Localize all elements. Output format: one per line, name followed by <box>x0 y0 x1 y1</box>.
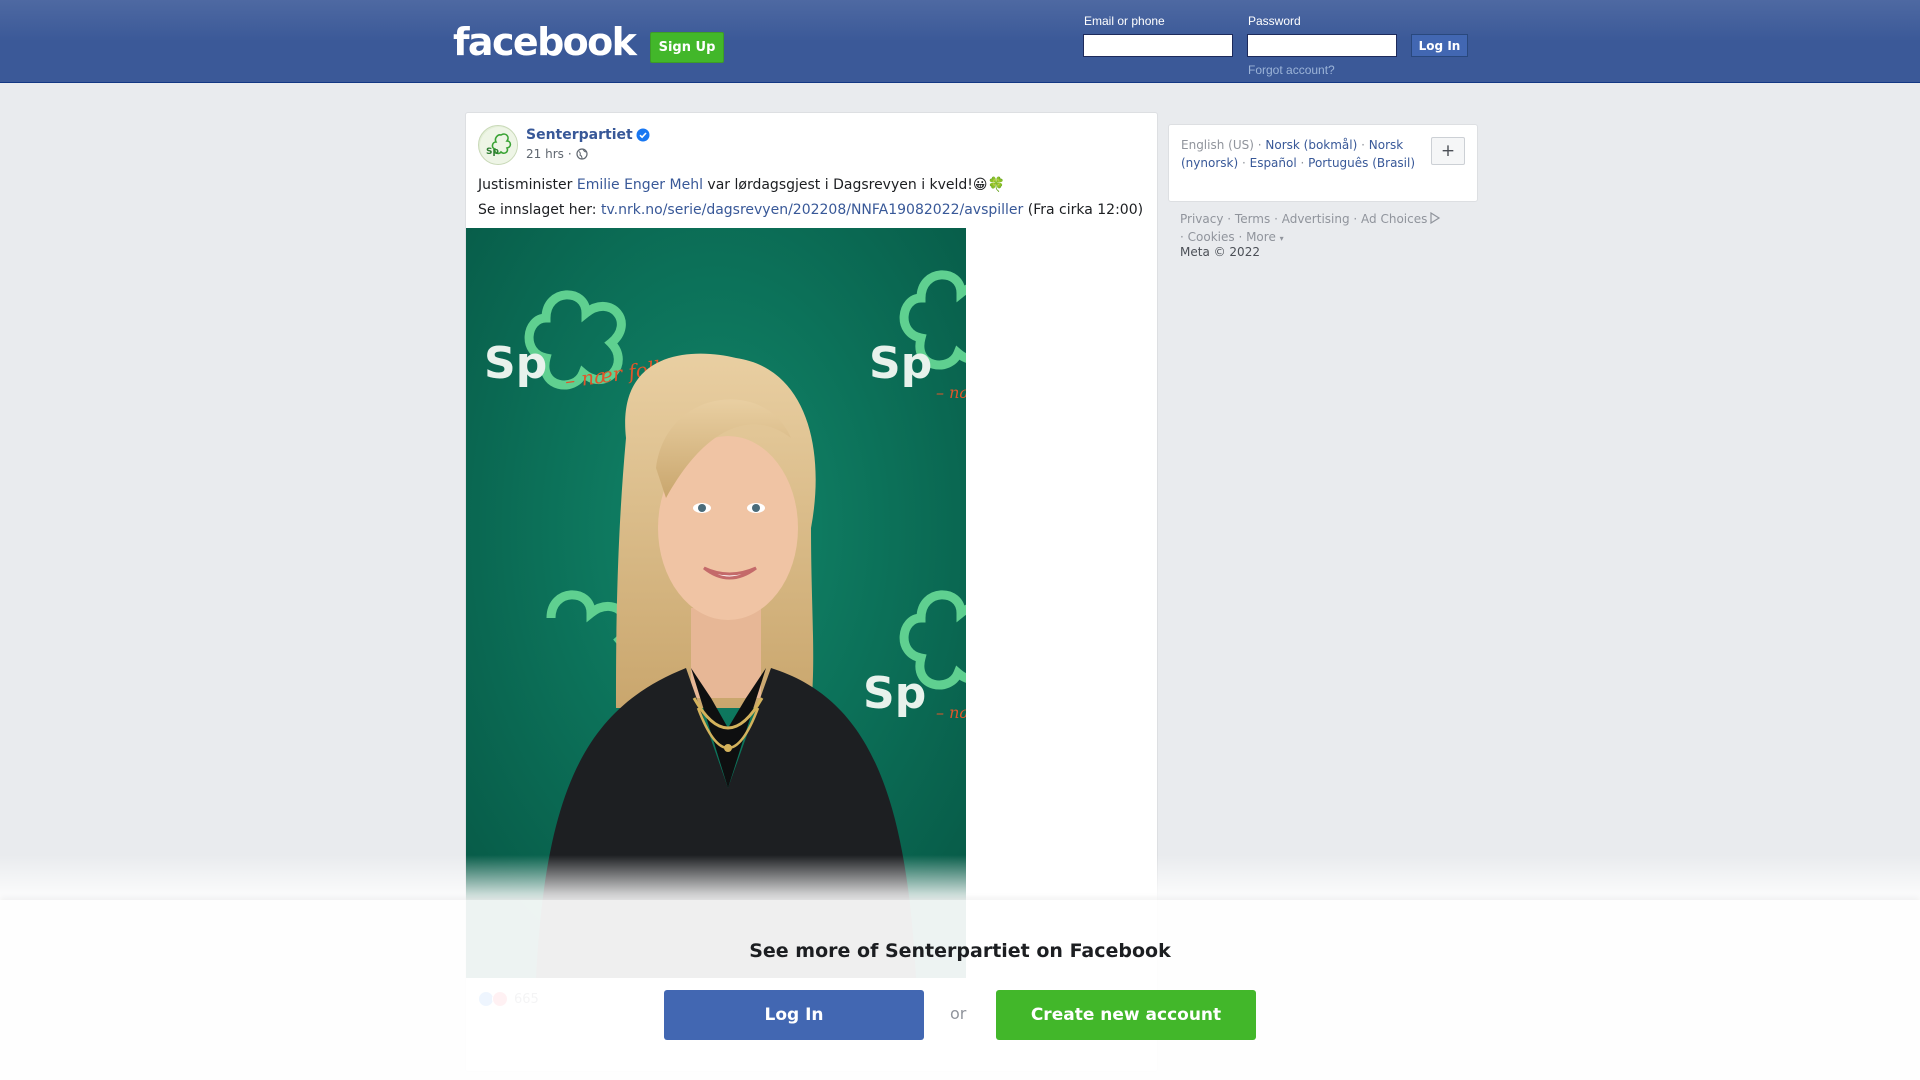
meta-separator: · <box>567 147 572 161</box>
page-avatar[interactable]: Sp <box>478 125 518 165</box>
mention-link[interactable]: Emilie Enger Mehl <box>577 177 703 193</box>
email-input[interactable] <box>1083 34 1233 57</box>
footer-links: Privacy · Terms · Advertising · Ad Choic… <box>1180 210 1480 248</box>
sign-up-button[interactable]: Sign Up <box>650 32 724 63</box>
footer-cookies-link[interactable]: Cookies <box>1188 230 1235 244</box>
photo-slogan-2: – nær <box>936 383 966 402</box>
language-espanol[interactable]: Español <box>1250 156 1297 170</box>
language-box: English (US) · Norsk (bokmål) · Norsk (n… <box>1168 124 1478 202</box>
lang-sep: · <box>1253 138 1266 152</box>
forgot-account-link[interactable]: Forgot account? <box>1248 63 1335 77</box>
post-link-prefix: Se innslaget her: <box>478 202 601 218</box>
post-link-suffix: (Fra cirka 12:00) <box>1023 202 1144 218</box>
footer-advertising-link[interactable]: Advertising <box>1282 212 1350 226</box>
footer-terms-link[interactable]: Terms <box>1235 212 1270 226</box>
ad-choices-icon <box>1430 211 1441 225</box>
language-current: English (US) <box>1181 138 1254 152</box>
nrk-link[interactable]: tv.nrk.no/serie/dagsrevyen/202208/NNFA19… <box>601 202 1023 218</box>
facebook-logo[interactable]: facebook <box>453 20 637 64</box>
post-timestamp[interactable]: 21 hrs <box>526 147 564 161</box>
post-text: Justisminister Emilie Enger Mehl var lør… <box>478 173 1143 223</box>
password-input[interactable] <box>1247 34 1397 57</box>
svg-text:Sp: Sp <box>486 147 499 157</box>
login-banner: See more of Senterpartiet on Facebook Lo… <box>0 900 1920 1080</box>
banner-title: See more of Senterpartiet on Facebook <box>749 940 1171 962</box>
footer-privacy-link[interactable]: Privacy <box>1180 212 1223 226</box>
post-meta: 21 hrs · <box>526 147 588 161</box>
photo-sp-text-2: Sp <box>869 338 932 389</box>
globe-icon <box>576 148 588 160</box>
password-label: Password <box>1248 14 1301 28</box>
language-norsk-bokmal[interactable]: Norsk (bokmål) <box>1265 138 1357 152</box>
banner-fade <box>0 855 1920 900</box>
verified-badge-icon <box>636 128 650 142</box>
top-bar: facebook Sign Up Email or phone Password… <box>0 0 1920 83</box>
lang-sep: · <box>1357 138 1369 152</box>
photo-slogan-3: – nær <box>936 703 966 722</box>
post-text-prefix: Justisminister <box>478 177 577 193</box>
copyright: Meta © 2022 <box>1180 245 1260 259</box>
lang-sep: · <box>1296 155 1309 170</box>
language-list: English (US) · Norsk (bokmål) · Norsk (n… <box>1181 137 1421 172</box>
language-portugues[interactable]: Português (Brasil) <box>1308 156 1415 170</box>
clover-logo-icon: Sp <box>480 127 517 164</box>
photo-sp-text-3: Sp <box>863 668 926 719</box>
footer-ad-choices-link[interactable]: Ad Choices <box>1361 212 1427 226</box>
log-in-button[interactable]: Log In <box>1411 34 1468 57</box>
more-languages-button[interactable]: + <box>1431 137 1465 165</box>
lang-sep: · <box>1238 155 1250 170</box>
post-text-suffix: var lørdagsgjest i Dagsrevyen i kveld!😀🍀 <box>702 177 1005 193</box>
page-name-link[interactable]: Senterpartiet <box>526 127 633 143</box>
email-label: Email or phone <box>1084 14 1165 28</box>
create-account-button[interactable]: Create new account <box>996 990 1256 1040</box>
photo-sp-text-1: Sp <box>484 338 547 389</box>
banner-log-in-button[interactable]: Log In <box>664 990 924 1040</box>
footer-more-link[interactable]: More <box>1246 230 1276 244</box>
more-caret-icon: ▾ <box>1279 234 1284 243</box>
banner-or-label: or <box>950 1004 967 1023</box>
